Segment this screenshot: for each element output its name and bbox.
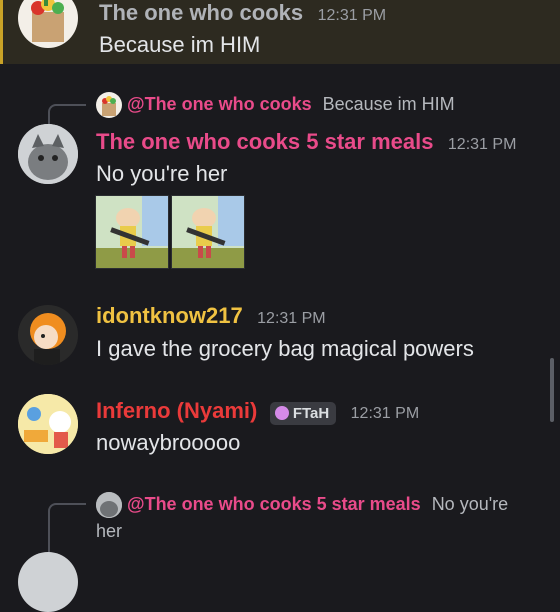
author-name[interactable]: The one who cooks — [99, 0, 303, 25]
timestamp: 12:31 PM — [350, 405, 420, 422]
orange-hair-avatar-icon[interactable] — [18, 305, 78, 365]
reply-text: Because im HIM — [322, 93, 455, 114]
reply-preview[interactable]: @The one who cooks 5 star meals No you'r… — [96, 491, 536, 545]
message-text: No you're her — [96, 161, 228, 186]
author-name[interactable]: idontknow217 — [96, 303, 243, 328]
grocery-bag-icon[interactable] — [18, 0, 78, 48]
image-attachment[interactable] — [171, 195, 245, 269]
grocery-bag-icon — [96, 92, 122, 118]
timestamp: 12:31 PM — [317, 7, 387, 24]
badge-label: FTaH — [292, 405, 330, 423]
reply-preview[interactable]: @The one who cooks Because im HIM — [96, 92, 455, 118]
author-name[interactable]: The one who cooks 5 star meals — [96, 129, 433, 154]
cat-avatar-icon — [96, 492, 122, 519]
message-text: nowaybrooooo — [96, 430, 241, 455]
cartoon-avatar-icon[interactable] — [18, 394, 78, 454]
message-text: Because im HIM — [99, 32, 261, 57]
scrollbar-thumb[interactable] — [550, 358, 554, 422]
server-tag-badge[interactable]: FTaH — [269, 402, 337, 426]
cat-avatar-icon[interactable] — [18, 124, 78, 184]
image-attachment[interactable] — [95, 195, 169, 269]
reply-author[interactable]: @The one who cooks 5 star meals — [127, 494, 421, 514]
timestamp: 12:31 PM — [447, 136, 517, 153]
cat-avatar-icon[interactable] — [18, 552, 78, 612]
author-name[interactable]: Inferno (Nyami) — [96, 398, 257, 423]
message-1[interactable]: The one who cooks 12:31 PM Because im HI… — [0, 0, 560, 64]
badge-icon — [274, 406, 289, 421]
timestamp: 12:31 PM — [257, 310, 326, 327]
message-text: I gave the grocery bag magical powers — [96, 336, 474, 361]
reply-connector — [48, 104, 86, 124]
reply-author[interactable]: @The one who cooks — [127, 94, 312, 114]
